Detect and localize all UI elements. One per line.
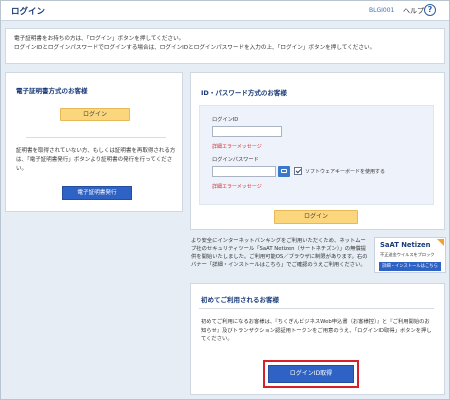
password-error: 詳細エラーメッセージ <box>212 184 262 190</box>
banner-install-button[interactable]: 詳細・インストールはこちら <box>379 262 441 271</box>
password-label: ログインパスワード <box>212 157 259 163</box>
instruction-line-1: 電子証明書をお持ちの方は、「ログイン」ボタンを押してください。 <box>14 36 185 42</box>
help-icon[interactable]: ? <box>424 4 436 16</box>
banner-brand: SaAT Netizen <box>380 241 431 249</box>
keyboard-icon[interactable] <box>278 166 290 177</box>
page-title: ログイン <box>11 7 46 17</box>
screen-code: BLGI001 <box>369 7 395 14</box>
id-panel-title: ID・パスワード方式のお客様 <box>201 89 287 97</box>
login-id-input[interactable] <box>212 126 282 137</box>
issue-certificate-button[interactable]: 電子証明書発行 <box>62 186 132 200</box>
help-link[interactable]: ヘルプ <box>403 6 424 16</box>
software-keyboard-label[interactable]: ソフトウェアキーボードを使用する <box>305 168 385 175</box>
password-input[interactable] <box>212 166 276 177</box>
divider <box>26 137 166 138</box>
instruction-line-2: ログインIDとログインパスワードでログインする場合は、ログインIDとログインパス… <box>14 44 376 51</box>
login-id-label: ログインID <box>212 117 239 123</box>
certificate-note: 証明書を取得されていない方、もしくは証明書を再取得される方は、「電子証明書発行」… <box>16 148 176 172</box>
id-password-panel: ID・パスワード方式のお客様 ログインID 詳細エラーメッセージ ログインパスワ… <box>190 72 445 230</box>
banner-corner-mark <box>437 239 444 246</box>
certificate-login-button[interactable]: ログイン <box>60 108 130 121</box>
credentials-box: ログインID 詳細エラーメッセージ ログインパスワード ソフトウェアキーボードを… <box>199 105 434 205</box>
header-bar: ログイン BLGI001 ヘルプ ? <box>1 1 449 21</box>
first-time-panel: 初めてご利用されるお客様 初めてご利用になるお客様は、『ちくぎんビジネスWeb申… <box>190 283 445 395</box>
divider <box>199 308 434 309</box>
login-instructions: 電子証明書をお持ちの方は、「ログイン」ボタンを押してください。 ログインIDとロ… <box>5 28 445 64</box>
certificate-panel: 電子証明書方式のお客様 ログイン 証明書を取得されていない方、もしくは証明書を再… <box>5 72 183 212</box>
saat-netizen-banner[interactable]: SaAT Netizen 不正送金ウイルスをブロック 詳細・インストールはこちら <box>374 237 446 273</box>
first-time-title: 初めてご利用されるお客様 <box>201 296 279 304</box>
security-tool-note: より安全にインターネットバンキングをご利用いただくため、ネットムーブ社のセキュリ… <box>191 238 368 268</box>
software-keyboard-checkbox[interactable] <box>294 167 302 175</box>
certificate-panel-title: 電子証明書方式のお客様 <box>16 87 88 95</box>
get-login-id-button[interactable]: ログインID取得 <box>268 365 354 383</box>
banner-subtitle: 不正送金ウイルスをブロック <box>380 252 435 257</box>
id-login-button[interactable]: ログイン <box>274 210 358 224</box>
first-time-note: 初めてご利用になるお客様は、『ちくぎんビジネスWeb申込書（お客様控）』と『ご利… <box>201 319 432 342</box>
login-id-error: 詳細エラーメッセージ <box>212 144 262 150</box>
